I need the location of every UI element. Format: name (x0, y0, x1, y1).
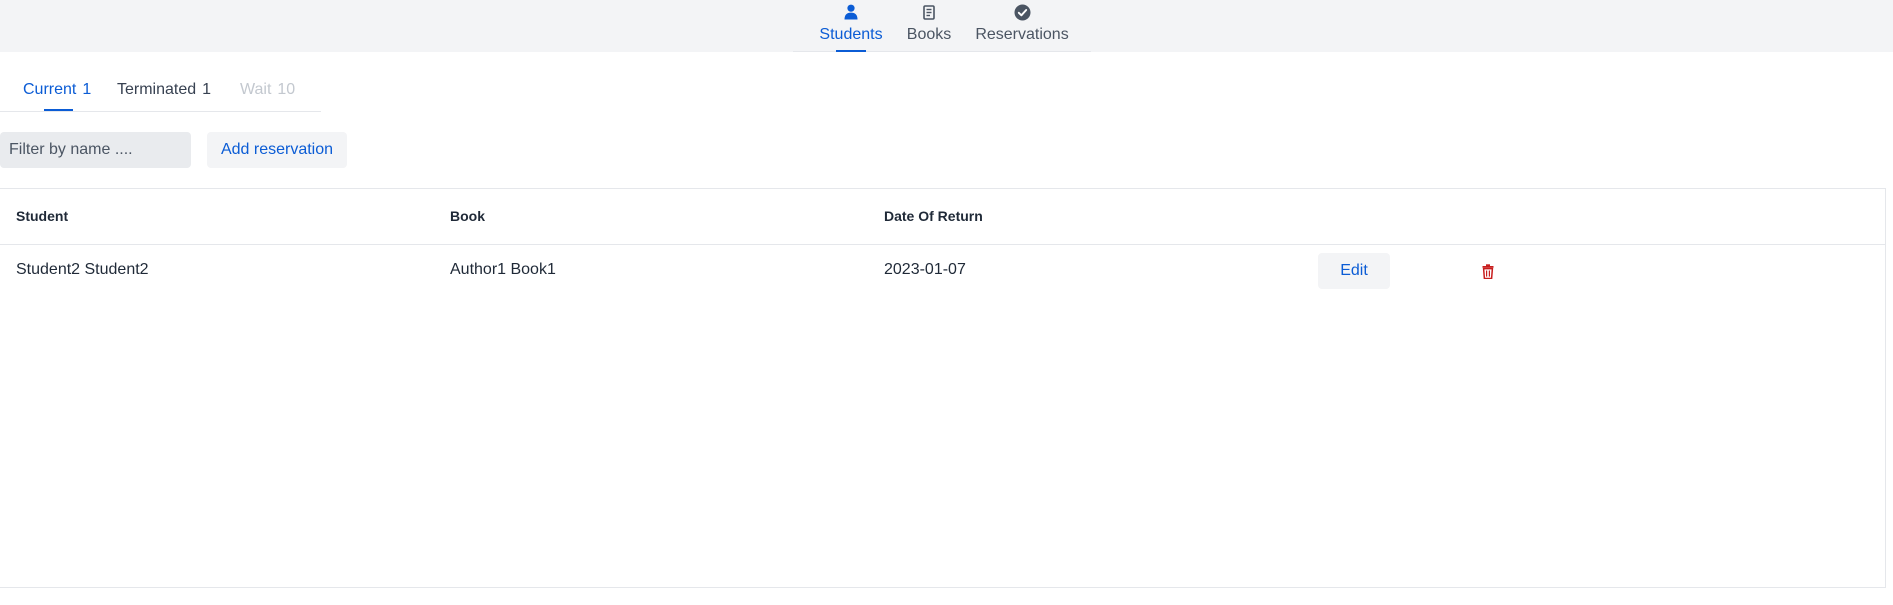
cell-date-of-return: 2023-01-07 (884, 261, 966, 278)
nav-label-books: Books (906, 26, 952, 43)
trash-icon (1482, 263, 1494, 279)
add-reservation-button[interactable]: Add reservation (207, 132, 347, 168)
cell-book: Author1 Book1 (450, 261, 556, 278)
tab-current[interactable]: Current 1 (23, 81, 91, 99)
active-tab-indicator (44, 109, 73, 111)
tab-count: 1 (202, 81, 212, 98)
nav-item-students[interactable]: Students (818, 0, 884, 52)
book-icon (923, 3, 935, 21)
delete-button[interactable] (1479, 260, 1497, 282)
filter-by-name-input[interactable] (0, 132, 191, 168)
check-circle-icon (1014, 3, 1031, 21)
active-nav-indicator (836, 50, 866, 52)
tab-label: Wait (240, 81, 272, 98)
tab-label: Current (23, 81, 77, 98)
nav-label-students: Students (819, 26, 883, 43)
reservations-table: Student Book Date Of Return Student2 Stu… (0, 188, 1886, 588)
tab-count: 10 (277, 81, 296, 98)
top-nav-bar: Students Books Reservations (0, 0, 1893, 52)
person-icon (844, 3, 858, 21)
tab-terminated[interactable]: Terminated 1 (117, 81, 211, 99)
nav-item-reservations[interactable]: Reservations (973, 0, 1071, 52)
header-divider (0, 244, 1885, 245)
tab-wait: Wait 10 (240, 81, 295, 99)
column-header-student: Student (16, 208, 69, 224)
tab-label: Terminated (117, 81, 197, 98)
edit-button[interactable]: Edit (1318, 253, 1390, 289)
column-header-date-of-return: Date Of Return (884, 208, 983, 224)
main-nav: Students Books Reservations (793, 0, 1091, 52)
nav-label-reservations: Reservations (975, 26, 1069, 43)
cell-student: Student2 Student2 (16, 261, 149, 278)
nav-item-books[interactable]: Books (904, 0, 954, 52)
column-header-book: Book (450, 208, 485, 224)
tab-count: 1 (82, 81, 92, 98)
reservation-status-tabs: Current 1 Terminated 1 Wait 10 (0, 73, 321, 112)
